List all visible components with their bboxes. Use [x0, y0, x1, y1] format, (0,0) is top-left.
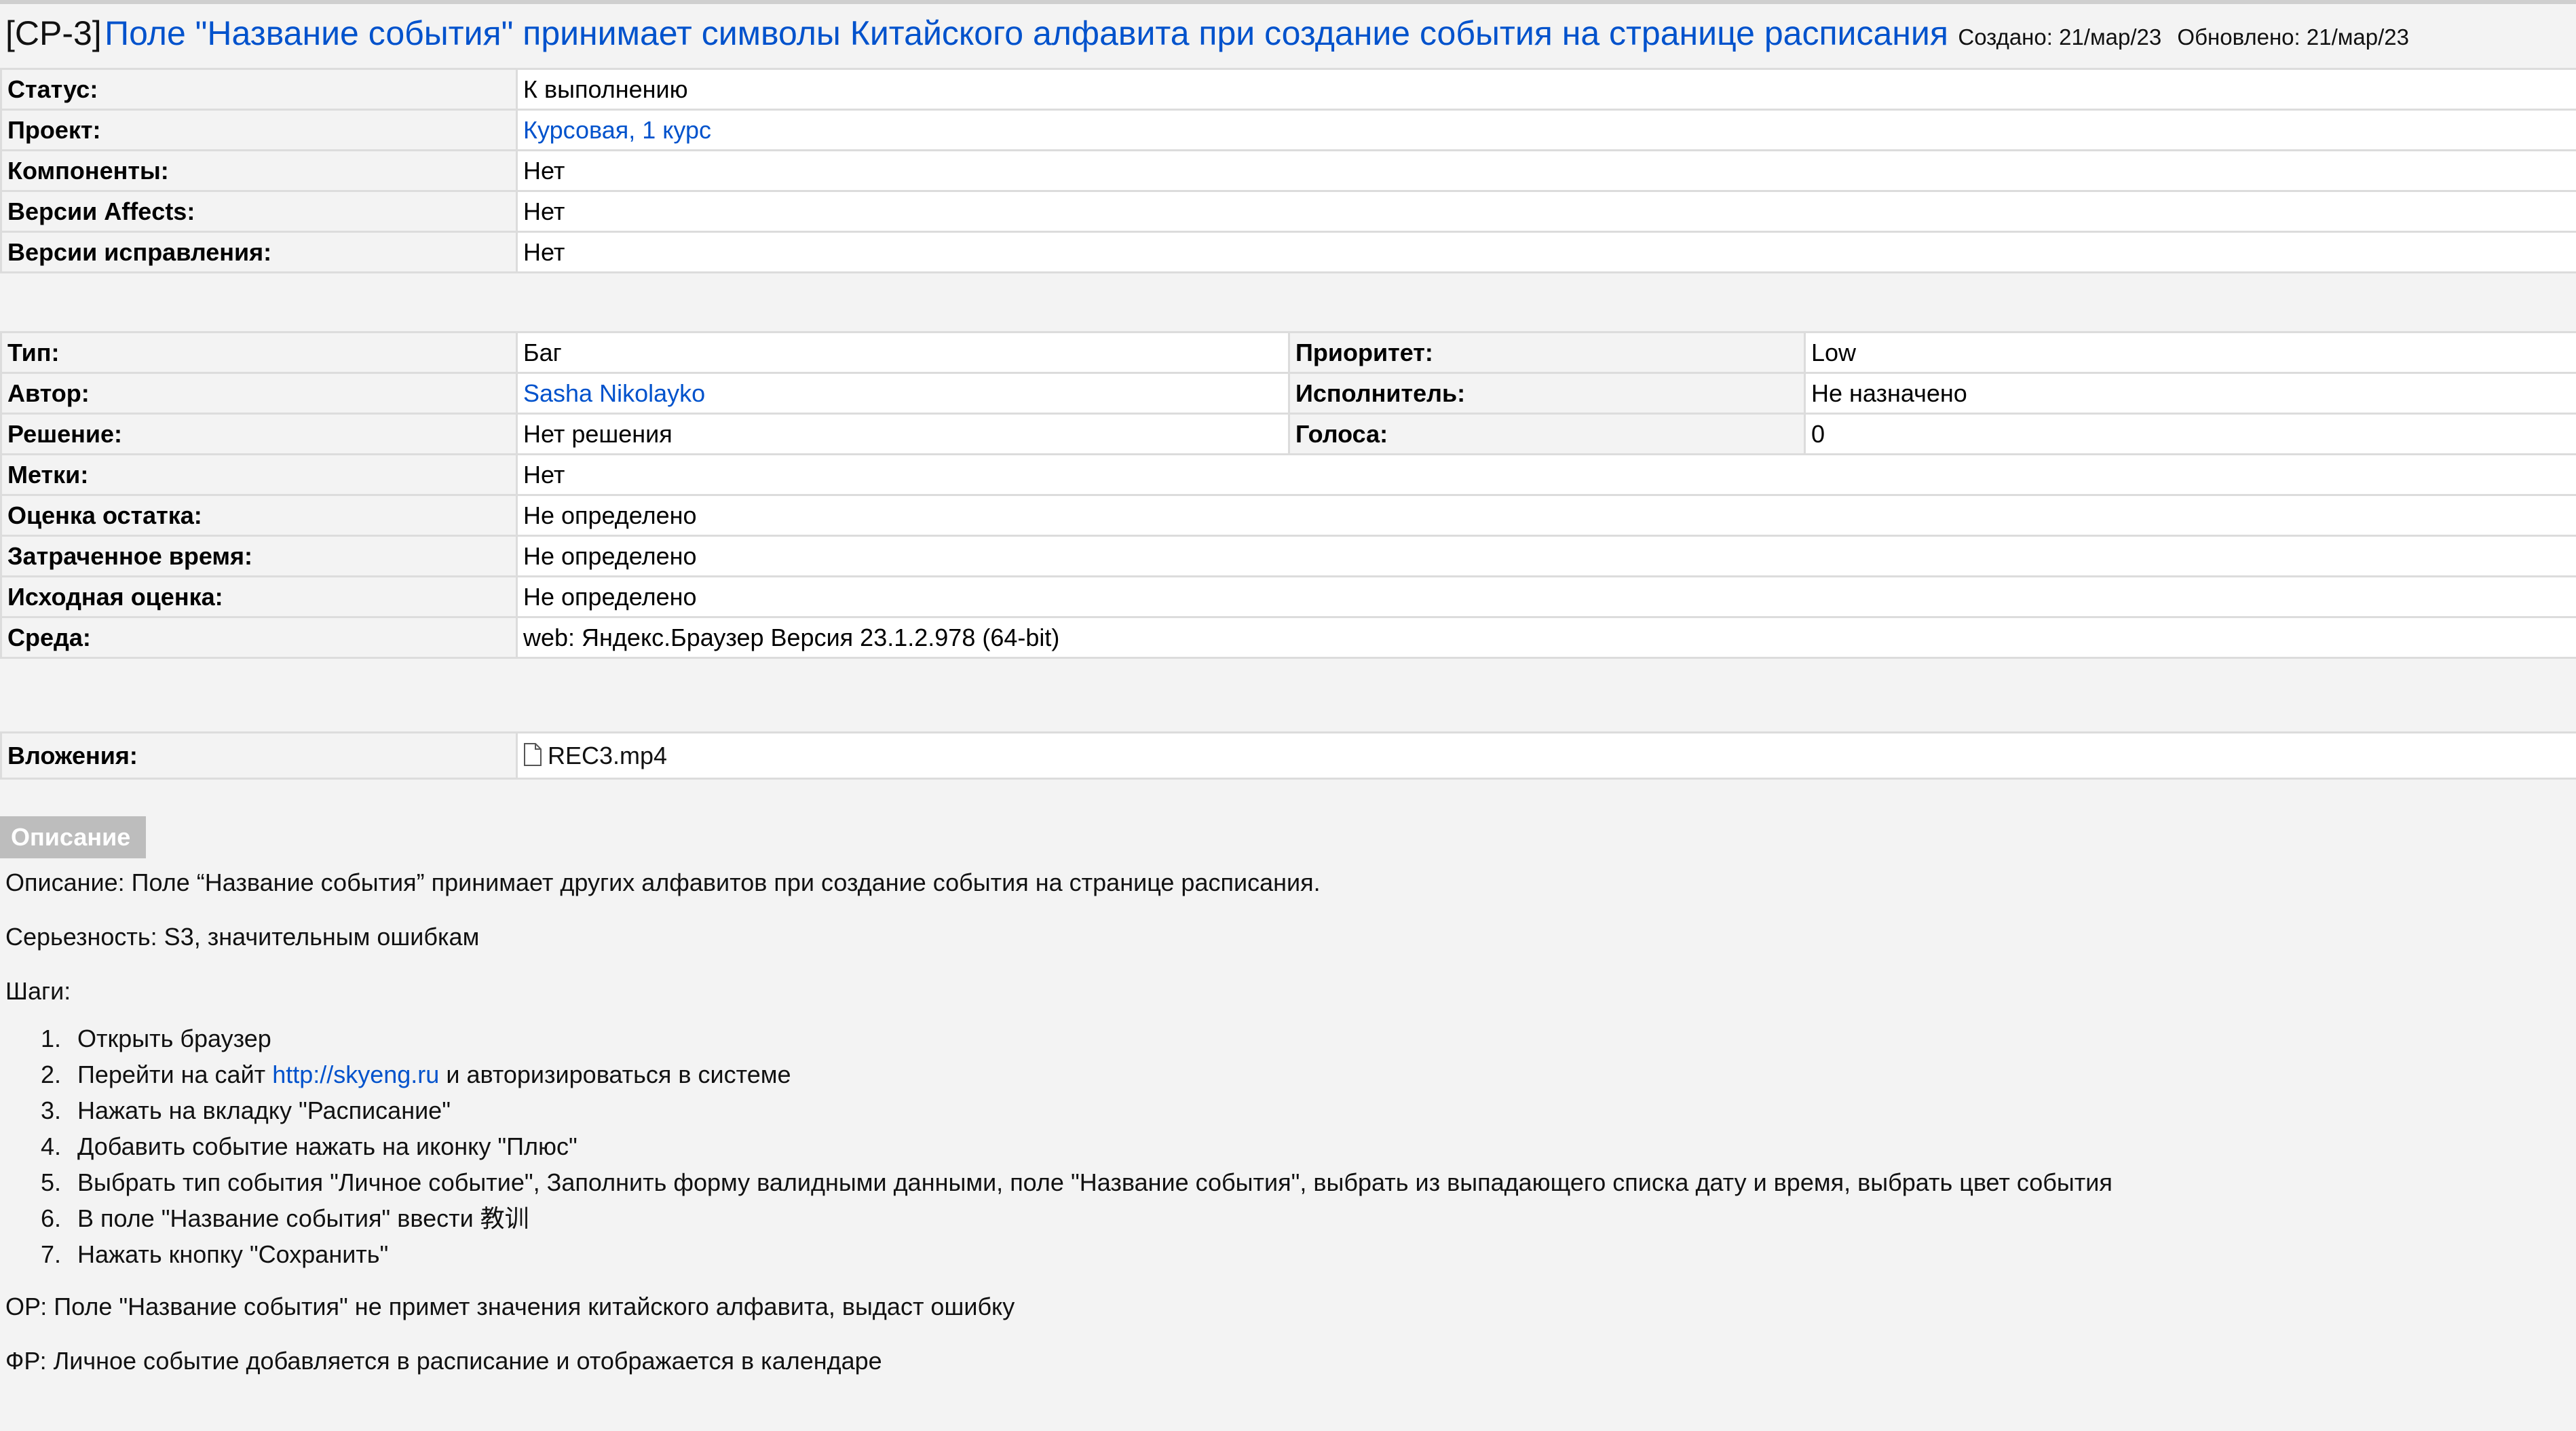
field-value: Курсовая, 1 курс — [516, 109, 2576, 151]
attachments-value: REC3.mp4 — [516, 731, 2576, 780]
type-label: Тип: — [0, 331, 518, 374]
field-row-environment: Среда: web: Яндекс.Браузер Версия 23.1.2… — [0, 616, 2576, 659]
field-row-components: Компоненты: Нет — [0, 149, 2576, 192]
remaining-label: Оценка остатка: — [0, 494, 518, 537]
step-item: 6. В поле "Название события" ввести 教训 — [5, 1200, 2564, 1236]
field-label: Проект: — [0, 109, 518, 151]
field-row-remaining-estimate: Оценка остатка: Не определено — [0, 494, 2576, 537]
labels-label: Метки: — [0, 453, 518, 496]
field-row-status: Статус: К выполнению — [0, 68, 2576, 111]
step-number: 7. — [41, 1240, 62, 1268]
issue-key: [CP-3] — [5, 14, 102, 52]
top-border — [0, 0, 2576, 4]
step-text: Перейти на сайт http://skyeng.ru и автор… — [77, 1061, 791, 1088]
field-label: Статус: — [0, 68, 518, 111]
step-item: 1. Открыть браузер — [5, 1020, 2564, 1056]
description-summary: Описание: Поле “Название события” приним… — [5, 869, 1321, 896]
type-value: Баг — [516, 331, 1290, 374]
field-label: Версии Affects: — [0, 190, 518, 233]
step-item: 3. Нажать на вкладку "Расписание" — [5, 1092, 2564, 1128]
original-value: Не определено — [516, 575, 2576, 618]
remaining-value: Не определено — [516, 494, 2576, 537]
project-link[interactable]: Курсовая, 1 курс — [523, 116, 711, 144]
fields-mid-table: Тип: Баг Приоритет: Low Автор: Sasha Nik… — [0, 331, 2576, 659]
field-value: Нет — [516, 231, 2576, 273]
description-body: Описание: Поле “Название события” приним… — [5, 864, 2564, 1397]
step-text: В поле "Название события" ввести 教训 — [77, 1204, 529, 1232]
step-item: 5. Выбрать тип события "Личное событие", … — [5, 1164, 2564, 1200]
issue-header: [CP-3] Поле "Название события" принимает… — [5, 14, 2571, 53]
attachments-table: Вложения: REC3.mp4 — [0, 731, 2576, 780]
created-date: Создано: 21/мар/23 — [1958, 24, 2162, 50]
step-text-post: и авторизироваться в системе — [439, 1061, 791, 1088]
description-steps-label: Шаги: — [5, 977, 71, 1005]
step-text: Добавить событие нажать на иконку "Плюс" — [77, 1132, 577, 1160]
field-row-type-priority: Тип: Баг Приоритет: Low — [0, 331, 2576, 374]
field-row-time-spent: Затраченное время: Не определено — [0, 535, 2576, 577]
step-text: Нажать на вкладку "Расписание" — [77, 1096, 451, 1124]
expected-result: ОР: Поле "Название события" не примет зн… — [5, 1293, 1015, 1320]
author-link[interactable]: Sasha Nikolayko — [523, 379, 705, 407]
step-item: 4. Добавить событие нажать на иконку "Плю… — [5, 1128, 2564, 1164]
step-text: Выбрать тип события "Личное событие", За… — [77, 1168, 2113, 1196]
environment-label: Среда: — [0, 616, 518, 659]
field-value: Нет — [516, 149, 2576, 192]
attachment-file-link[interactable]: REC3.mp4 — [548, 742, 667, 769]
steps-list: 1. Открыть браузер 2. Перейти на сайт http… — [5, 1020, 2564, 1272]
votes-label: Голоса: — [1288, 413, 1806, 455]
attachments-label: Вложения: — [0, 731, 518, 780]
updated-date: Обновлено: 21/мар/23 — [2177, 24, 2410, 50]
step-number: 6. — [41, 1204, 62, 1232]
step-number: 5. — [41, 1168, 62, 1196]
author-value: Sasha Nikolayko — [516, 372, 1290, 415]
skyeng-link[interactable]: http://skyeng.ru — [272, 1061, 439, 1088]
field-row-affects-versions: Версии Affects: Нет — [0, 190, 2576, 233]
labels-value: Нет — [516, 453, 2576, 496]
issue-title-link[interactable]: Поле "Название события" принимает символ… — [105, 14, 1948, 52]
environment-value: web: Яндекс.Браузер Версия 23.1.2.978 (6… — [516, 616, 2576, 659]
step-item: 7. Нажать кнопку "Сохранить" — [5, 1236, 2564, 1272]
step-number: 1. — [41, 1025, 62, 1052]
resolution-value: Нет решения — [516, 413, 1290, 455]
field-row-resolution-votes: Решение: Нет решения Голоса: 0 — [0, 413, 2576, 455]
field-label: Компоненты: — [0, 149, 518, 192]
field-value: К выполнению — [516, 68, 2576, 111]
fields-top-table: Статус: К выполнению Проект: Курсовая, 1… — [0, 68, 2576, 273]
field-row-project: Проект: Курсовая, 1 курс — [0, 109, 2576, 151]
spent-label: Затраченное время: — [0, 535, 518, 577]
original-label: Исходная оценка: — [0, 575, 518, 618]
assignee-label: Исполнитель: — [1288, 372, 1806, 415]
field-row-labels: Метки: Нет — [0, 453, 2576, 496]
priority-label: Приоритет: — [1288, 331, 1806, 374]
votes-value: 0 — [1804, 413, 2576, 455]
description-tab: Описание — [0, 816, 146, 858]
spent-value: Не определено — [516, 535, 2576, 577]
priority-value: Low — [1804, 331, 2576, 374]
step-number: 2. — [41, 1061, 62, 1088]
step-text: Открыть браузер — [77, 1025, 271, 1052]
step-number: 3. — [41, 1096, 62, 1124]
step-text-pre: Перейти на сайт — [77, 1061, 273, 1088]
field-row-fix-versions: Версии исправления: Нет — [0, 231, 2576, 273]
step-item: 2. Перейти на сайт http://skyeng.ru и авт… — [5, 1056, 2564, 1092]
resolution-label: Решение: — [0, 413, 518, 455]
issue-dates: Создано: 21/мар/23 Обновлено: 21/мар/23 — [1958, 24, 2419, 50]
actual-result: ФР: Личное событие добавляется в расписа… — [5, 1347, 882, 1375]
assignee-value: Не назначено — [1804, 372, 2576, 415]
description-severity: Серьезность: S3, значительным ошибкам — [5, 923, 480, 951]
field-row-attachments: Вложения: REC3.mp4 — [0, 731, 2576, 780]
file-icon — [524, 742, 542, 766]
step-number: 4. — [41, 1132, 62, 1160]
author-label: Автор: — [0, 372, 518, 415]
field-row-author-assignee: Автор: Sasha Nikolayko Исполнитель: Не н… — [0, 372, 2576, 415]
step-text: Нажать кнопку "Сохранить" — [77, 1240, 389, 1268]
field-row-original-estimate: Исходная оценка: Не определено — [0, 575, 2576, 618]
field-label: Версии исправления: — [0, 231, 518, 273]
field-value: Нет — [516, 190, 2576, 233]
